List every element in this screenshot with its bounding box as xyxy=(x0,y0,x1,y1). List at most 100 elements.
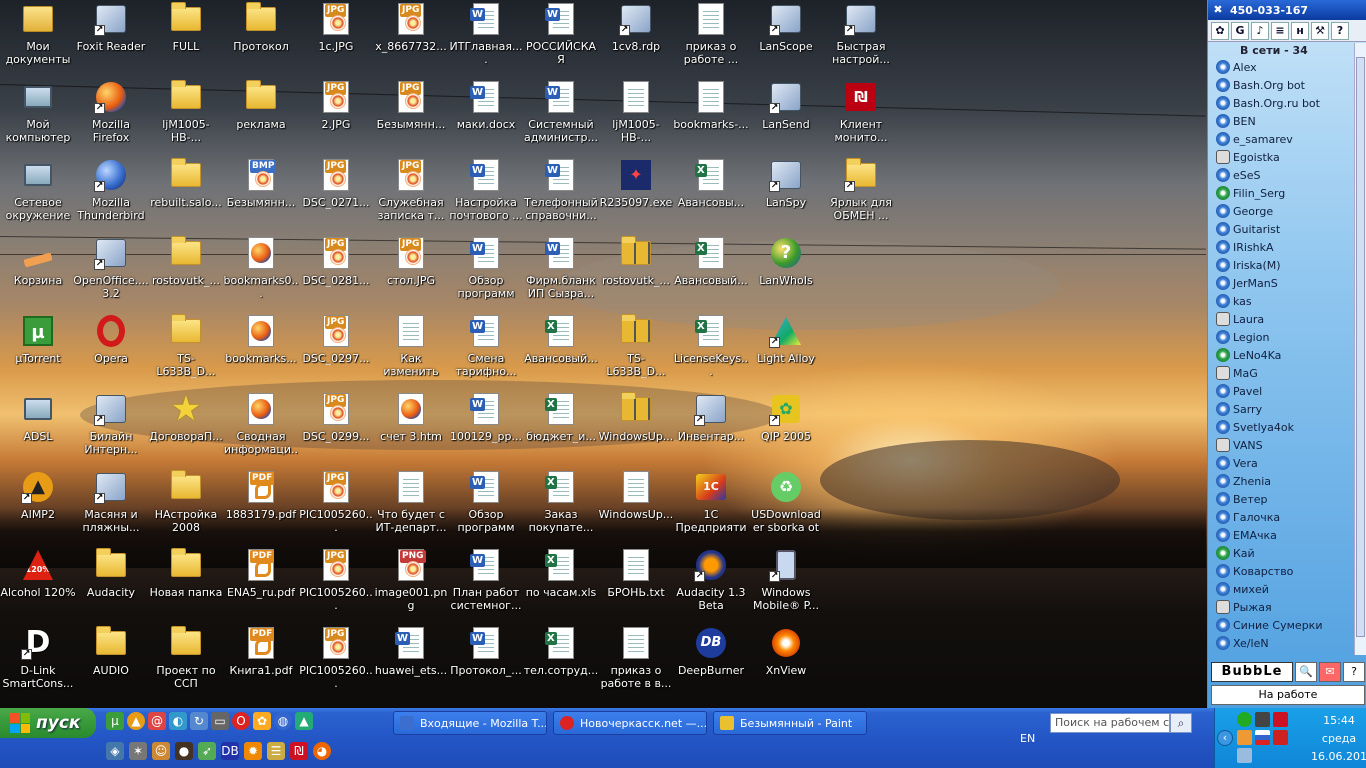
contact-list-scrollbar[interactable] xyxy=(1354,43,1366,655)
desktop-icon[interactable]: X Заказ покупате... xyxy=(523,468,599,546)
desktop-icon[interactable]: ↗ Audacity 1.3 Beta (Unicode) xyxy=(673,546,749,624)
desktop-icon[interactable]: W План работ системног... xyxy=(448,546,524,624)
mail-icon[interactable]: ✉ xyxy=(1319,662,1341,682)
desktop-icon[interactable]: БРОНЬ.txt xyxy=(598,546,674,624)
bubble-skin-button[interactable]: BubbLe xyxy=(1211,662,1293,682)
desktop-icon[interactable]: rebuilt.salo... xyxy=(148,156,224,234)
beeline-icon[interactable]: ☰ xyxy=(267,742,285,760)
contact-item[interactable]: Zhenia xyxy=(1212,472,1352,490)
contact-item[interactable]: kas xyxy=(1212,292,1352,310)
contact-item[interactable]: Ветер xyxy=(1212,490,1352,508)
gift-tray-icon[interactable] xyxy=(1237,730,1252,745)
desktop-icon[interactable]: Wмаки.docx xyxy=(448,78,524,156)
desktop-icon[interactable]: Xпо часам.xls xyxy=(523,546,599,624)
contact-item[interactable]: George xyxy=(1212,202,1352,220)
desktop-icon[interactable]: ♻ USDownloader sborka ot bl... xyxy=(748,468,824,546)
desktop-icon[interactable]: Что будет с ИТ-департ... xyxy=(373,468,449,546)
desktop-icon[interactable]: W РОССИЙСКАЯ ФЕДЕРАЦИ... xyxy=(523,0,599,78)
desktop-icon[interactable]: FULL xyxy=(148,0,224,78)
desktop-icon[interactable]: rostovutk_... xyxy=(598,234,674,312)
desktop-icon[interactable]: Сводная информаци... xyxy=(223,390,299,468)
contact-item[interactable]: Guitarist xyxy=(1212,220,1352,238)
desktop-icon[interactable]: ↗ Масяня и пляжны... xyxy=(73,468,149,546)
desktop-icon[interactable]: DB DeepBurner xyxy=(673,624,749,702)
deepburner-icon[interactable]: DB xyxy=(221,742,239,760)
desktop-icon[interactable]: Мой компьютер xyxy=(0,78,76,156)
desktop-icon[interactable]: ✿ ↗ QIP 2005 xyxy=(748,390,824,468)
network-tray-icon[interactable] xyxy=(1255,712,1270,727)
contact-item[interactable]: Синие Сумерки xyxy=(1212,616,1352,634)
desktop-icon[interactable]: ↗ Быстрая настрой... xyxy=(823,0,899,78)
desktop-icon[interactable]: JPG DSC_0297... xyxy=(298,312,374,390)
contact-item[interactable]: Sarry xyxy=(1212,400,1352,418)
contact-item[interactable]: eSeS xyxy=(1212,166,1352,184)
task-paint[interactable]: Безымянный - Paint xyxy=(713,711,867,735)
utorrent-icon[interactable]: µ xyxy=(106,712,124,730)
contact-item[interactable]: Laura xyxy=(1212,310,1352,328)
desktop-icon[interactable]: ljM1005-HB-... xyxy=(148,78,224,156)
desktop-icon[interactable]: ↗ Билайн Интерн... xyxy=(73,390,149,468)
desktop-icon[interactable]: bookmarks... xyxy=(223,312,299,390)
desktop-icon[interactable]: Xтел.сотруд... xyxy=(523,624,599,702)
contact-item[interactable]: BEN xyxy=(1212,112,1352,130)
firefox-icon[interactable]: ◕ xyxy=(313,742,331,760)
settings-icon[interactable]: ✿ xyxy=(1211,21,1229,40)
monitor-client-tray-icon[interactable] xyxy=(1273,712,1288,727)
desktop-icon[interactable]: JPG стол.JPG xyxy=(373,234,449,312)
desktop-icon[interactable]: PDF Книга1.pdf xyxy=(223,624,299,702)
desktop-icon[interactable]: ↗ Windows Mobile® P... xyxy=(748,546,824,624)
desktop-icon[interactable]: D ↗ D-Link SmartCons... xyxy=(0,624,76,702)
lanscope-icon[interactable]: ✶ xyxy=(129,742,147,760)
desktop-icon[interactable]: ljM1005-HB-... xyxy=(598,78,674,156)
desktop-icon[interactable]: AUDIO xyxy=(73,624,149,702)
language-indicator[interactable]: EN xyxy=(1020,732,1035,745)
browser-icon[interactable]: ◐ xyxy=(169,712,187,730)
qip-toolbar-help[interactable]: ? xyxy=(1331,21,1349,40)
qip-toolbar-n[interactable]: н xyxy=(1291,21,1309,40)
contact-item[interactable]: Iriska(M) xyxy=(1212,256,1352,274)
desktop-icon[interactable]: ↗ Mozilla Thunderbird xyxy=(73,156,149,234)
qip-toolbar-g[interactable]: G xyxy=(1231,21,1249,40)
desktop-icon[interactable]: JPG 2.JPG xyxy=(298,78,374,156)
contact-item[interactable]: Vera xyxy=(1212,454,1352,472)
desktop-icon[interactable]: W Смена тарифно... xyxy=(448,312,524,390)
scrollbar-thumb[interactable] xyxy=(1356,57,1365,637)
task-thunderbird[interactable]: Входящие - Mozilla T... xyxy=(393,711,547,735)
desktop-icon[interactable]: ? LanWhoIs xyxy=(748,234,824,312)
desktop-icon[interactable]: НАстройка 2008 xyxy=(148,468,224,546)
desktop-search-input[interactable]: Поиск на рабочем сто... xyxy=(1050,713,1170,733)
desktop-icon[interactable]: W Обзор программ р... xyxy=(448,468,524,546)
history-icon[interactable]: ≡ xyxy=(1271,21,1289,40)
desktop-icon[interactable]: приказ о работе ... xyxy=(673,0,749,78)
contact-item[interactable]: Коварство xyxy=(1212,562,1352,580)
desktop-icon[interactable]: WindowsUp... xyxy=(598,468,674,546)
contact-item[interactable]: Egoistka xyxy=(1212,148,1352,166)
desktop-icon[interactable]: JPG 1c.JPG xyxy=(298,0,374,78)
task-opera[interactable]: Новочеркасск.net —... xyxy=(553,711,707,735)
desktop-icon[interactable]: W Системный администр... xyxy=(523,78,599,156)
lanspy-icon[interactable]: ● xyxy=(175,742,193,760)
desktop-icon[interactable]: JPG PIC1005260... xyxy=(298,468,374,546)
desktop-icon[interactable]: Проект по ССП xyxy=(148,624,224,702)
contact-item[interactable]: Рыжая xyxy=(1212,598,1352,616)
clock[interactable]: 15:44 среда 16.06.2010 xyxy=(1311,712,1366,766)
contact-item[interactable]: Xe/leN xyxy=(1212,634,1352,652)
group-header-online[interactable]: В сети - 34 xyxy=(1212,43,1352,58)
search-icon[interactable]: ⌕ xyxy=(1170,713,1192,733)
contact-item[interactable]: Pavel xyxy=(1212,382,1352,400)
contact-item[interactable]: JerManS xyxy=(1212,274,1352,292)
desktop-icon[interactable]: W Фирм.бланк ИП Сызра... xyxy=(523,234,599,312)
desktop-icon[interactable]: PDF 1883179.pdf xyxy=(223,468,299,546)
search-icon[interactable]: 🔍 xyxy=(1295,662,1317,682)
contact-item[interactable]: Svetlya4ok xyxy=(1212,418,1352,436)
qip-title-bar[interactable]: ✖ 450-033-167 xyxy=(1208,0,1366,20)
desktop-icon[interactable]: реклама xyxy=(223,78,299,156)
contact-item[interactable]: Legion xyxy=(1212,328,1352,346)
desktop-icon[interactable]: 120% Alcohol 120% xyxy=(0,546,76,624)
qip-icon[interactable]: ✿ xyxy=(253,712,271,730)
desktop-icon[interactable]: PNG image001.png xyxy=(373,546,449,624)
aimp-icon[interactable]: ▲ xyxy=(127,712,145,730)
desktop-icon[interactable]: µ µTorrent xyxy=(0,312,76,390)
masyanya-icon[interactable]: ☺ xyxy=(152,742,170,760)
desktop-icon[interactable]: Как изменить порт RDP в... xyxy=(373,312,449,390)
